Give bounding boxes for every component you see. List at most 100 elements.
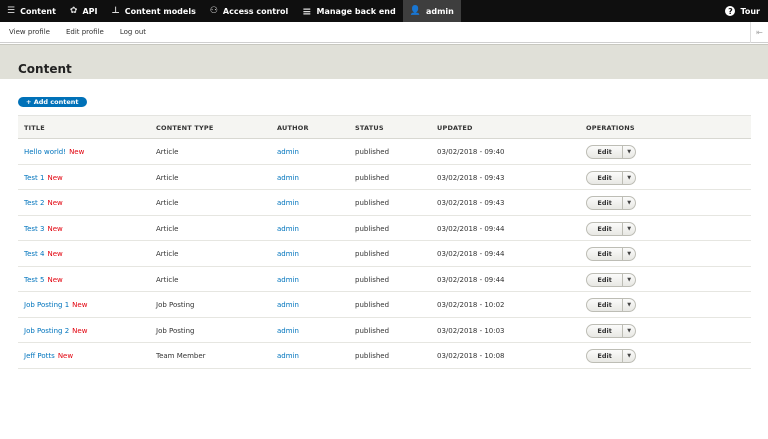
status-cell: published <box>355 224 390 233</box>
new-marker: New <box>47 199 63 207</box>
content-title-link[interactable]: Test 3 <box>24 225 44 233</box>
dropdown-arrow-icon[interactable]: ▼ <box>622 323 635 338</box>
status-cell: published <box>355 148 390 156</box>
content-type-cell: Team Member <box>156 352 206 360</box>
author-link[interactable]: admin <box>277 276 299 284</box>
content-title-link[interactable]: Jeff Potts <box>24 352 55 360</box>
updated-cell: 03/02/2018 - 09:43 <box>437 199 505 207</box>
admin-toolbar: ☰ Content ✿ API ⊥ Content models ⚇ Acces… <box>0 0 768 22</box>
dropdown-arrow-icon[interactable]: ▼ <box>622 272 635 287</box>
author-link[interactable]: admin <box>277 148 299 156</box>
updated-cell: 03/02/2018 - 09:44 <box>437 224 505 233</box>
content-title-link[interactable]: Test 5 <box>24 276 44 284</box>
new-marker: New <box>72 301 88 309</box>
column-header-content-type[interactable]: CONTENT TYPE <box>156 124 214 132</box>
dropdown-arrow-icon[interactable]: ▼ <box>622 145 635 159</box>
edit-button[interactable]: Edit <box>587 174 622 182</box>
dropdown-arrow-icon[interactable]: ▼ <box>622 349 635 363</box>
edit-button[interactable]: Edit <box>587 301 622 309</box>
title-cell: Job Posting 2 New <box>24 327 87 335</box>
edit-button[interactable]: Edit <box>587 276 622 284</box>
user-tray: View profile Edit profile Log out ⇤ <box>0 21 768 43</box>
updated-cell: 03/02/2018 - 09:40 <box>437 148 505 156</box>
title-cell: Jeff Potts New <box>24 352 73 360</box>
edit-button[interactable]: Edit <box>587 148 622 156</box>
updated-cell: 03/02/2018 - 09:43 <box>437 173 505 182</box>
page-header: Content <box>0 44 768 79</box>
title-cell: Job Posting 1 New <box>24 301 87 309</box>
edit-button[interactable]: Edit <box>587 250 622 258</box>
operations-dropbutton: Edit ▼ <box>586 323 636 338</box>
status-cell: published <box>355 352 390 360</box>
author-link[interactable]: admin <box>277 327 299 335</box>
view-profile-link[interactable]: View profile <box>0 28 57 36</box>
content-title-link[interactable]: Job Posting 1 <box>24 301 69 309</box>
dropdown-arrow-icon[interactable]: ▼ <box>622 221 635 236</box>
operations-dropbutton: Edit ▼ <box>586 145 636 159</box>
edit-button[interactable]: Edit <box>587 199 622 207</box>
toolbar-item-label: Manage back end <box>316 6 396 16</box>
content-type-cell: Article <box>156 250 179 258</box>
toolbar-item-manage-back-end[interactable]: ≡ Manage back end <box>295 0 402 22</box>
toolbar-item-access-control[interactable]: ⚇ Access control <box>203 0 295 22</box>
operations-dropbutton: Edit ▼ <box>586 170 636 185</box>
author-link[interactable]: admin <box>277 301 299 309</box>
table-row: Hello world! New Article admin published 03/0… <box>18 139 751 165</box>
updated-cell: 03/02/2018 - 09:44 <box>437 275 505 284</box>
toolbar-item-content[interactable]: ☰ Content <box>0 0 63 22</box>
operations-dropbutton: Edit ▼ <box>586 349 636 363</box>
toolbar-item-label: Content <box>20 6 56 16</box>
title-cell: Hello world! New <box>24 148 84 156</box>
toolbar-item-content-models[interactable]: ⊥ Content models <box>105 0 203 22</box>
column-header-title[interactable]: TITLE <box>24 124 45 132</box>
content-type-cell: Article <box>156 275 179 284</box>
author-link[interactable]: admin <box>277 174 299 182</box>
add-content-button[interactable]: + Add content <box>18 97 87 107</box>
edit-profile-link[interactable]: Edit profile <box>57 28 111 36</box>
column-header-author[interactable]: AUTHOR <box>277 124 309 132</box>
content-title-link[interactable]: Job Posting 2 <box>24 327 69 335</box>
menu-icon: ☰ <box>7 5 16 16</box>
content-title-link[interactable]: Test 1 <box>24 174 44 182</box>
status-cell: published <box>355 301 390 309</box>
dropdown-arrow-icon[interactable]: ▼ <box>622 170 635 185</box>
table-body: Hello world! New Article admin published 03/0… <box>18 139 751 369</box>
toolbar-item-tour[interactable]: ? Tour <box>718 0 768 22</box>
operations-dropbutton: Edit ▼ <box>586 298 636 312</box>
author-link[interactable]: admin <box>277 250 299 258</box>
dropdown-arrow-icon[interactable]: ▼ <box>622 247 635 261</box>
author-link[interactable]: admin <box>277 352 299 360</box>
author-link[interactable]: admin <box>277 199 299 207</box>
toolbar-item-label: Access control <box>222 6 289 16</box>
help-icon: ? <box>725 6 736 16</box>
content-table: TITLE CONTENT TYPE AUTHOR STATUS UPDATED… <box>18 115 751 369</box>
status-cell: published <box>355 199 390 207</box>
title-cell: Test 1 New <box>24 174 63 182</box>
edit-button[interactable]: Edit <box>587 352 622 360</box>
status-cell: published <box>355 250 390 258</box>
column-header-updated[interactable]: UPDATED <box>437 124 473 132</box>
toolbar-item-api[interactable]: ✿ API <box>63 0 105 22</box>
content-type-cell: Article <box>156 199 179 207</box>
collapse-tray-icon[interactable]: ⇤ <box>750 21 768 43</box>
table-row: Test 5 New Article admin published 03/02/2018… <box>18 267 751 292</box>
table-row: Test 1 New Article admin published 03/02/2018… <box>18 165 751 190</box>
dropdown-arrow-icon[interactable]: ▼ <box>622 298 635 312</box>
toolbar-item-label: admin <box>425 6 454 16</box>
table-row: Jeff Potts New Team Member admin published 03… <box>18 343 751 369</box>
content-title-link[interactable]: Test 2 <box>24 199 44 207</box>
log-out-link[interactable]: Log out <box>111 28 153 36</box>
operations-dropbutton: Edit ▼ <box>586 221 636 236</box>
updated-cell: 03/02/2018 - 10:03 <box>437 326 505 335</box>
column-header-status[interactable]: STATUS <box>355 124 384 132</box>
content-title-link[interactable]: Hello world! <box>24 148 66 156</box>
dropdown-arrow-icon[interactable]: ▼ <box>622 196 635 210</box>
content-type-cell: Job Posting <box>156 326 195 335</box>
content-title-link[interactable]: Test 4 <box>24 250 44 258</box>
updated-cell: 03/02/2018 - 10:02 <box>437 301 505 309</box>
edit-button[interactable]: Edit <box>587 327 622 335</box>
operations-dropbutton: Edit ▼ <box>586 247 636 261</box>
edit-button[interactable]: Edit <box>587 225 622 233</box>
toolbar-item-user[interactable]: 👤 admin <box>402 0 461 22</box>
author-link[interactable]: admin <box>277 225 299 233</box>
